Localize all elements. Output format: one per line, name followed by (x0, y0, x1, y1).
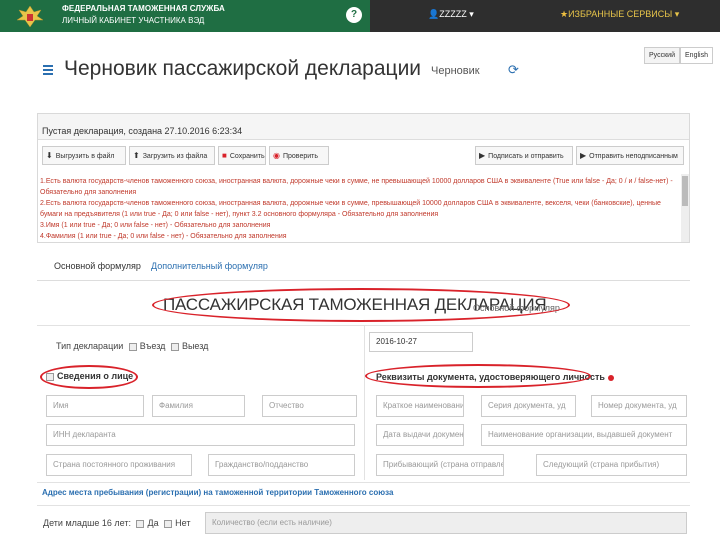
error-list: 1.Есть валюта государств-членов таможенн… (40, 176, 682, 242)
kids-count-input[interactable]: Количество (если есть наличие) (205, 512, 687, 534)
kids-label: Дети младше 16 лет: (43, 518, 131, 528)
divider (37, 505, 690, 506)
send-unsigned-label: Отправить неподписанным (589, 153, 678, 160)
tab-divider (37, 280, 690, 281)
scroll-thumb[interactable] (682, 176, 688, 206)
doc-short-input[interactable]: Краткое наименование (376, 395, 464, 417)
save-icon: ■ (222, 151, 227, 160)
divider (37, 482, 690, 483)
play-icon: ▶ (479, 151, 486, 160)
citizenship-select[interactable]: Гражданство/подданство (208, 454, 355, 476)
patronymic-input[interactable]: Отчество (262, 395, 357, 417)
error-item: бумаги на предъявителя (1 или true - Да;… (40, 211, 439, 218)
sign-send-label: Подписать и отправить (488, 153, 564, 160)
emblem-icon (16, 5, 44, 28)
user-icon: 👤 (428, 9, 440, 19)
import-label: Загрузить из файла (142, 153, 208, 160)
decl-type-row: Тип декларации Въезд Выезд (56, 341, 208, 351)
save-label: Сохранить (229, 153, 265, 160)
star-icon: ★ (560, 9, 569, 19)
highlight-ellipse (40, 365, 138, 389)
import-button[interactable]: ⬆ Загрузить из файла (129, 146, 215, 165)
page-title: Черновик пассажирской декларации (64, 57, 422, 80)
next-country-select[interactable]: Следующий (страна прибытия) (536, 454, 687, 476)
error-item: 2.Есть валюта государств-членов таможенн… (40, 200, 661, 207)
error-item: 3.Имя (1 или true - Да; 0 или false - не… (40, 222, 271, 229)
decl-type-label: Тип декларации (56, 341, 124, 351)
save-button[interactable]: ■ Сохранить (218, 146, 266, 165)
doc-series-input[interactable]: Серия документа, уд (481, 395, 576, 417)
download-icon: ⬇ (46, 151, 53, 160)
column-divider (364, 325, 365, 480)
tab-main[interactable]: Основной формуляр (54, 261, 141, 271)
country-residence-select[interactable]: Страна постоянного проживания (46, 454, 192, 476)
export-button[interactable]: ⬇ Выгрузить в файл (42, 146, 126, 165)
doc-number-input[interactable]: Номер документа, уд (591, 395, 687, 417)
highlight-ellipse (152, 288, 570, 322)
required-dot-icon (607, 374, 614, 381)
address-section-title[interactable]: Адрес места пребывания (регистрации) на … (42, 488, 393, 497)
caret-down-icon: ▾ (466, 9, 474, 19)
tab-additional[interactable]: Дополнительный формуляр (151, 261, 268, 271)
exit-label: Выезд (181, 341, 209, 351)
entry-checkbox[interactable] (128, 342, 137, 351)
entry-label: Въезд (139, 341, 166, 351)
help-button[interactable]: ? (346, 7, 362, 23)
error-scrollbar[interactable] (681, 174, 689, 242)
panel-title: Пустая декларация, создана 27.10.2016 6:… (42, 126, 243, 136)
favorites-label: ИЗБРАННЫЕ СЕРВИСЫ (568, 9, 673, 19)
brand-title: ФЕДЕРАЛЬНАЯ ТАМОЖЕННАЯ СЛУЖБА (62, 4, 225, 13)
sign-send-button[interactable]: ▶ Подписать и отправить (475, 146, 573, 165)
panel-header: Пустая декларация, создана 27.10.2016 6:… (38, 114, 689, 140)
exit-checkbox[interactable] (170, 342, 179, 351)
upload-icon: ⬆ (133, 151, 140, 160)
brand-subtitle: ЛИЧНЫЙ КАБИНЕТ УЧАСТНИКА ВЭД (62, 16, 205, 25)
doc-date-input[interactable]: Дата выдачи документа (376, 424, 464, 446)
kids-yes-checkbox[interactable] (136, 519, 145, 528)
send-unsigned-button[interactable]: ▶ Отправить неподписанным (576, 146, 684, 165)
list-icon (43, 65, 53, 75)
doc-org-input[interactable]: Наименование организации, выдавшей докум… (481, 424, 687, 446)
kids-yes-label: Да (147, 518, 159, 528)
lang-en-button[interactable]: English (680, 47, 713, 64)
kids-no-label: Нет (175, 518, 191, 528)
error-item: Обязательно для заполнения (40, 189, 137, 196)
caret-down-icon: ▾ (672, 9, 680, 19)
date-input[interactable]: 2016-10-27 (369, 332, 473, 352)
user-name: ZZZZZ (439, 9, 467, 19)
highlight-ellipse (365, 364, 591, 388)
error-item: 4.Фамилия (1 или true - Да; 0 или false … (40, 233, 287, 240)
declaration-panel: Пустая декларация, создана 27.10.2016 6:… (37, 113, 690, 243)
export-label: Выгрузить в файл (55, 153, 115, 160)
check-icon: ◉ (273, 151, 280, 160)
first-name-input[interactable]: Имя (46, 395, 144, 417)
kids-row: Дети младше 16 лет: Да Нет (43, 518, 190, 528)
play-icon: ▶ (580, 151, 587, 160)
last-name-input[interactable]: Фамилия (152, 395, 245, 417)
inn-input[interactable]: ИНН декларанта (46, 424, 355, 446)
favorites-menu[interactable]: ★ИЗБРАННЫЕ СЕРВИСЫ ▾ (560, 9, 679, 20)
refresh-icon[interactable]: ⟳ (508, 62, 519, 78)
check-label: Проверить (282, 153, 318, 160)
lang-ru-button[interactable]: Русский (644, 47, 680, 64)
check-button[interactable]: ◉ Проверить (269, 146, 329, 165)
error-item: 1.Есть валюта государств-членов таможенн… (40, 178, 673, 185)
user-menu[interactable]: 👤ZZZZZ ▾ (428, 9, 474, 20)
kids-no-checkbox[interactable] (164, 519, 173, 528)
arrival-country-select[interactable]: Прибывающий (страна отправления) (376, 454, 504, 476)
page-status: Черновик (431, 65, 480, 77)
